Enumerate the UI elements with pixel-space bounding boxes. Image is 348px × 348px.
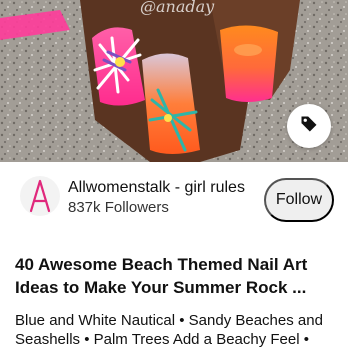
- allwomenstalk-logo-icon: [29, 179, 51, 213]
- pin-title: 40 Awesome Beach Themed Nail Art Ideas t…: [15, 255, 308, 297]
- avatar[interactable]: [20, 176, 60, 216]
- tag-icon: [299, 114, 319, 139]
- shop-tag-button[interactable]: [287, 104, 331, 148]
- follow-button[interactable]: Follow: [264, 178, 334, 222]
- creator-name[interactable]: Allwomenstalk - girl rules: [68, 179, 245, 197]
- follower-count: 837k Followers: [68, 199, 169, 216]
- pin-description: Blue and White Nautical • Sandy Beaches …: [15, 312, 323, 348]
- watermark-text: @anaday: [140, 0, 215, 16]
